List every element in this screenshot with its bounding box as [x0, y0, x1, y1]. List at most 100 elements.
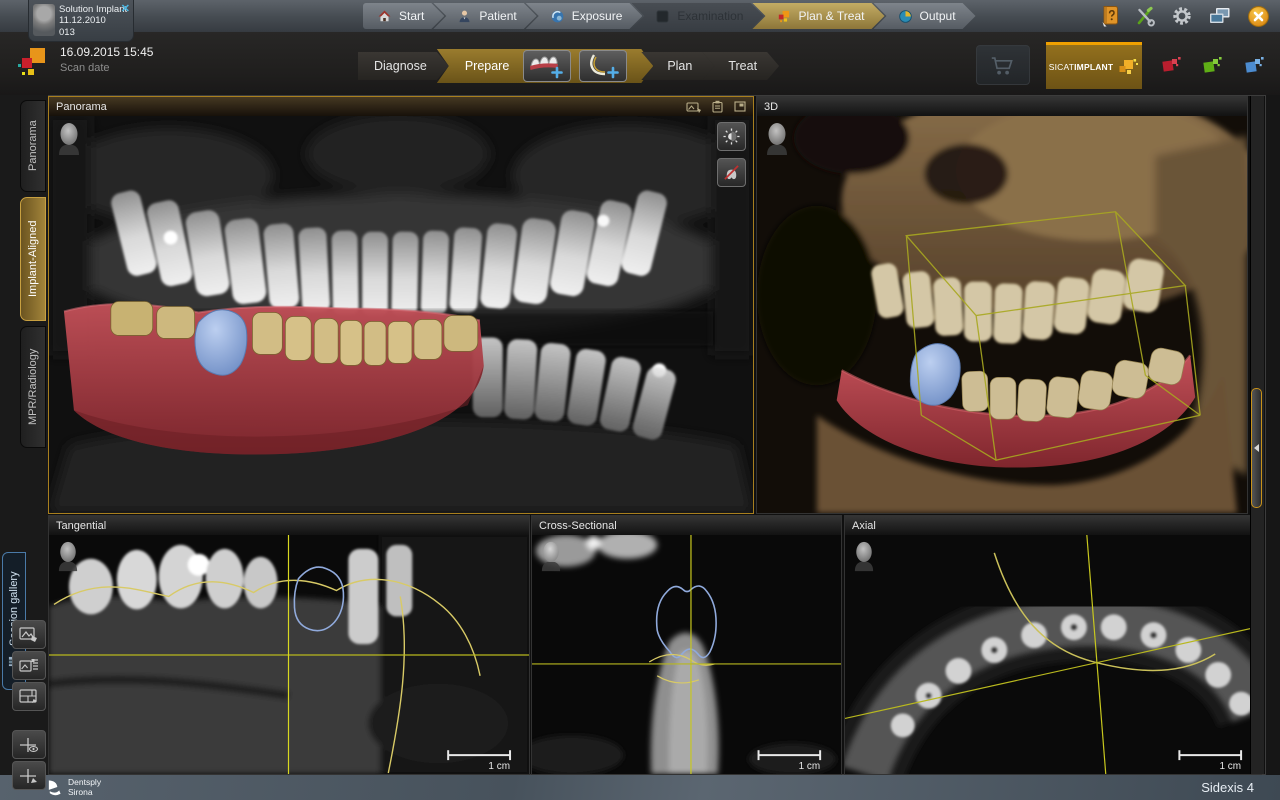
crosshair-eye-icon [19, 737, 39, 753]
workspace-tab-implant-aligned[interactable]: Implant-Aligned [20, 197, 46, 321]
orientation-head-indicator [852, 541, 876, 572]
workspace-tab-mpr-radiology[interactable]: MPR/Radiology [20, 326, 46, 448]
copy-image-icon [19, 658, 39, 674]
send-view-icon[interactable] [686, 101, 702, 113]
tools-button[interactable] [1135, 6, 1156, 27]
app-name-prefix: SICAT [1049, 62, 1074, 72]
brand-line2: Sirona [68, 788, 101, 797]
three-d-header: 3D [757, 97, 1247, 117]
scan-info: 16.09.2015 15:45 Scan date [16, 45, 153, 81]
chevron-left-icon [1254, 444, 1259, 452]
tangential-view: Tangential [48, 515, 530, 775]
tab-plan-treat[interactable]: Plan & Treat [752, 3, 884, 29]
axial-view: Axial 1 cm [844, 515, 1262, 775]
settings-button[interactable] [1171, 5, 1193, 27]
axial-slice-image[interactable]: 1 cm [845, 535, 1261, 774]
axial-header: Axial [845, 516, 1261, 536]
export-image-button[interactable] [12, 620, 46, 649]
tab-label: Start [399, 9, 424, 23]
app-blue-button[interactable] [1242, 55, 1268, 75]
toggle-crosshair-button[interactable] [12, 730, 46, 759]
orientation-head-indicator [539, 541, 563, 572]
window-title-bar: Start Patient Exposure Examination Plan … [0, 0, 1280, 33]
sicat-logo [16, 45, 50, 81]
system-icon-bar [1101, 3, 1270, 29]
add-jaw-model-button[interactable] [579, 50, 627, 82]
panorama-view-tools [717, 122, 746, 187]
app-green-button[interactable] [1200, 55, 1226, 75]
three-d-render-image[interactable] [757, 116, 1247, 513]
three-d-body [757, 116, 1247, 513]
step-diagnose[interactable]: Diagnose [358, 52, 449, 80]
help-button[interactable] [1101, 5, 1120, 27]
green-app-icon [1200, 55, 1226, 75]
tangential-title: Tangential [56, 520, 106, 532]
app-sicat-implant-active[interactable]: SICATIMPLANT [1046, 42, 1142, 89]
crosshair-center-icon [19, 768, 39, 784]
dentsply-sirona-logo [46, 779, 63, 796]
gear-icon [1171, 5, 1193, 27]
tab-label: Plan & Treat [798, 9, 864, 23]
step-label: Prepare [465, 59, 509, 73]
red-app-icon [1158, 55, 1184, 75]
app-red-button[interactable] [1158, 55, 1184, 75]
second-monitor-button[interactable] [1208, 6, 1232, 26]
tangential-slice-image[interactable]: 1 cm [49, 535, 529, 774]
hide-objects-icon [723, 164, 740, 181]
cross-sectional-title: Cross-Sectional [539, 520, 617, 532]
tab-label: Exposure [572, 9, 623, 23]
step-label: Plan [667, 59, 692, 73]
tab-patient[interactable]: Patient [433, 3, 536, 29]
tangential-header: Tangential [49, 516, 529, 536]
panorama-xray-image[interactable] [49, 116, 753, 513]
add-optical-impressions-button[interactable] [523, 50, 571, 82]
workspace-tab-label: MPR/Radiology [27, 349, 39, 425]
tangential-body: 1 cm [49, 535, 529, 774]
tab-examination[interactable]: Examination [631, 3, 763, 29]
product-name: Sidexis 4 [1201, 780, 1254, 795]
scale-label: 1 cm [1220, 761, 1242, 772]
tab-label: Output [920, 9, 956, 23]
tab-output[interactable]: Output [874, 3, 976, 29]
center-crosshair-button[interactable] [12, 761, 46, 790]
patient-info: Solution Implant 11.12.2010 013 [59, 4, 127, 39]
sicat-implant-logo-icon [1117, 57, 1139, 77]
workspace-tab-panorama[interactable]: Panorama [20, 100, 46, 192]
scan-date-label: Scan date [60, 62, 153, 74]
brightness-contrast-button[interactable] [717, 122, 746, 151]
help-book-icon [1101, 5, 1120, 27]
tab-label: Examination [677, 9, 743, 23]
tab-label: Patient [479, 9, 516, 23]
axial-title: Axial [852, 520, 876, 532]
home-icon [377, 9, 392, 24]
copy-image-button[interactable] [12, 651, 46, 680]
windows-icon [1208, 6, 1232, 26]
implant-tooth[interactable] [195, 310, 247, 376]
workspace-tab-label: Implant-Aligned [27, 221, 39, 297]
expand-object-browser-handle[interactable] [1251, 388, 1262, 508]
panorama-header: Panorama [49, 97, 753, 117]
status-bar: Dentsply Sirona Sidexis 4 [0, 775, 1280, 800]
cart-icon [989, 54, 1017, 77]
cross-sectional-slice-image[interactable]: 1 cm [532, 535, 841, 774]
copy-view-icon[interactable] [711, 100, 725, 113]
tab-start[interactable]: Start [363, 3, 444, 29]
close-app-button[interactable] [1247, 5, 1270, 28]
step-prepare[interactable]: Prepare [437, 49, 653, 83]
tab-exposure[interactable]: Exposure [526, 3, 643, 29]
scale-label: 1 cm [799, 761, 820, 772]
store-cart-button[interactable] [976, 45, 1030, 85]
hide-objects-button[interactable] [717, 158, 746, 187]
close-patient-icon[interactable]: ✕ [121, 2, 130, 15]
step-label: Diagnose [374, 59, 427, 73]
patient-id: 013 [59, 27, 127, 38]
scale-label: 1 cm [488, 761, 510, 772]
reset-layout-button[interactable] [12, 682, 46, 711]
maximize-view-icon[interactable] [734, 101, 746, 112]
orientation-head-indicator [764, 122, 790, 156]
three-d-title: 3D [764, 101, 778, 113]
panorama-title: Panorama [56, 101, 107, 113]
examination-icon [655, 9, 670, 24]
patient-card[interactable]: Solution Implant 11.12.2010 013 ✕ [28, 0, 134, 42]
jaw-model-icon [584, 53, 622, 79]
